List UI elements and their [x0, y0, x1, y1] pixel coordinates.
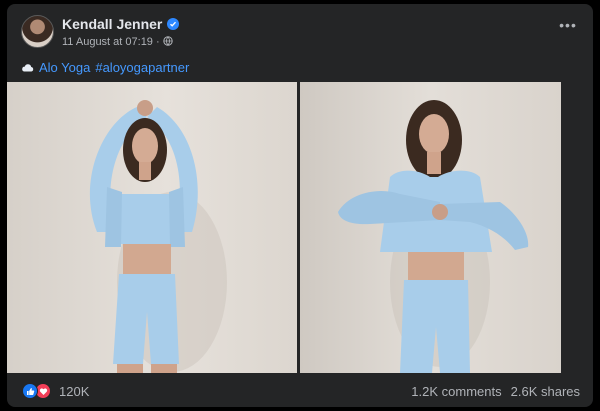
author-row: Kendall Jenner — [62, 15, 180, 33]
caption-brand-link[interactable]: Alo Yoga — [39, 60, 90, 75]
photo-right[interactable] — [300, 82, 561, 373]
more-options-button[interactable]: ••• — [557, 18, 579, 36]
shares-count-link[interactable]: 2.6K shares — [511, 384, 580, 399]
post-footer: 120K 1.2K comments 2.6K shares — [7, 373, 593, 407]
post-header: Kendall Jenner 11 August at 07:19 · ••• — [7, 4, 593, 56]
reaction-count: 120K — [59, 383, 90, 399]
comments-count-link[interactable]: 1.2K comments — [411, 384, 501, 399]
author-name[interactable]: Kendall Jenner — [62, 16, 162, 32]
photo-grid — [7, 82, 593, 373]
like-reaction-icon — [22, 383, 38, 399]
verified-badge-icon — [167, 18, 180, 30]
photo-left[interactable] — [7, 82, 297, 373]
reactions-summary[interactable]: 120K — [22, 383, 90, 399]
post-caption: Alo Yoga #aloyogapartner — [21, 58, 189, 76]
avatar[interactable] — [21, 15, 54, 48]
meta-separator: · — [155, 36, 160, 48]
post-card: Kendall Jenner 11 August at 07:19 · ••• … — [7, 4, 593, 407]
post-timestamp[interactable]: 11 August at 07:19 — [62, 36, 153, 48]
globe-icon — [162, 35, 173, 49]
post-meta: 11 August at 07:19 · — [62, 35, 173, 49]
cloud-icon — [21, 60, 34, 75]
caption-hashtag-link[interactable]: #aloyogapartner — [95, 60, 189, 75]
engagement-stats: 1.2K comments 2.6K shares — [411, 384, 580, 399]
